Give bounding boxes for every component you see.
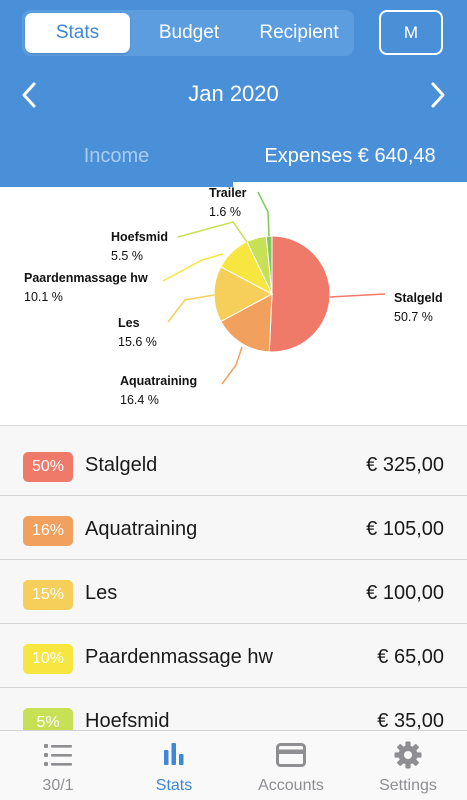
leader-line <box>162 253 224 282</box>
chevron-right-icon[interactable] <box>423 78 453 112</box>
list-item[interactable]: 50% Stalgeld € 325,00 <box>0 432 467 496</box>
slice-label-percent: 16.4 % <box>120 393 159 407</box>
expense-pie-chart: Stalgeld 50.7 % Aquatraining 16.4 % Les 15.6 … <box>0 187 467 425</box>
percentage-badge: 16% <box>23 516 73 546</box>
slice-label-name: Paardenmassage hw <box>24 271 148 285</box>
leader-line <box>177 221 248 243</box>
category-name: Les <box>85 582 118 604</box>
slice-label-percent: 10.1 % <box>24 290 63 304</box>
percentage-badge: 10% <box>23 644 73 674</box>
category-name: Paardenmassage hw <box>85 646 273 668</box>
tabbar-label: Settings <box>379 777 437 794</box>
list-item[interactable]: 10% Paardenmassage hw € 65,00 <box>0 624 467 688</box>
gear-icon <box>394 741 422 769</box>
leader-line <box>257 191 270 237</box>
leader-line <box>221 346 243 385</box>
tab-expenses[interactable]: Expenses € 640,48 <box>233 130 467 187</box>
pie-chart-svg: Stalgeld 50.7 % Aquatraining 16.4 % Les 15.6 … <box>24 187 443 407</box>
tabbar-item-stats[interactable]: Stats <box>116 731 232 800</box>
tabbar-label: Accounts <box>258 777 324 794</box>
percentage-badge: 15% <box>23 580 73 610</box>
percentage-badge: 5% <box>23 708 73 730</box>
slice-label-name: Trailer <box>209 187 247 200</box>
header: Stats Budget Recipient M Jan 2020 Income… <box>0 0 467 187</box>
tab-income[interactable]: Income <box>0 130 233 187</box>
slice-label-name: Hoefsmid <box>111 230 168 244</box>
category-amount: € 65,00 <box>377 646 444 668</box>
leader-line <box>167 294 215 323</box>
slice-label-name: Aquatraining <box>120 374 197 388</box>
list-item[interactable]: 16% Aquatraining € 105,00 <box>0 496 467 560</box>
slice-label-percent: 50.7 % <box>394 310 433 324</box>
list-item[interactable]: 5% Hoefsmid € 35,00 <box>0 688 467 730</box>
slice-label-name: Les <box>118 316 140 330</box>
leader-line <box>329 293 386 298</box>
percentage-badge: 50% <box>23 452 73 482</box>
tabbar-label: 30/1 <box>42 777 74 794</box>
bottom-tab-bar: 30/1 Stats Accounts Settings <box>0 730 467 800</box>
segment-recipient[interactable]: Recipient <box>244 13 354 53</box>
month-label: Jan 2020 <box>188 81 279 106</box>
category-amount: € 100,00 <box>366 582 444 604</box>
category-name: Aquatraining <box>85 518 198 540</box>
category-amount: € 105,00 <box>366 518 444 540</box>
segment-stats[interactable]: Stats <box>25 13 130 53</box>
tabbar-item-transactions[interactable]: 30/1 <box>0 731 116 800</box>
segment-budget[interactable]: Budget <box>134 13 244 53</box>
slice-label-percent: 5.5 % <box>111 249 143 263</box>
category-amount: € 35,00 <box>377 710 444 730</box>
card-icon <box>276 743 306 767</box>
view-segmented-control: Stats Budget Recipient <box>22 10 354 56</box>
list-icon <box>44 744 72 766</box>
category-name: Hoefsmid <box>85 710 170 730</box>
pie-slice-stalgeld[interactable] <box>268 235 331 353</box>
category-amount: € 325,00 <box>366 454 444 476</box>
slice-label-name: Stalgeld <box>394 291 443 305</box>
slice-label-percent: 1.6 % <box>209 205 241 219</box>
bar-chart-icon <box>164 743 184 765</box>
category-list: 50% Stalgeld € 325,00 16% Aquatraining €… <box>0 425 467 730</box>
slice-label-percent: 15.6 % <box>118 335 157 349</box>
profile-button[interactable]: M <box>379 10 443 55</box>
category-name: Stalgeld <box>85 454 158 476</box>
tabbar-item-accounts[interactable]: Accounts <box>233 731 349 800</box>
tabbar-item-settings[interactable]: Settings <box>350 731 466 800</box>
list-item[interactable]: 15% Les € 100,00 <box>0 560 467 624</box>
tabbar-label: Stats <box>155 777 193 794</box>
